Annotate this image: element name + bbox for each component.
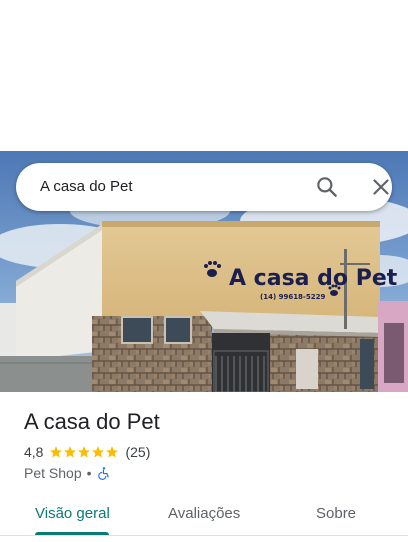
place-title: A casa do Pet bbox=[24, 409, 160, 434]
star-rating bbox=[49, 445, 119, 459]
search-icon[interactable] bbox=[314, 174, 340, 200]
rating-value: 4,8 bbox=[24, 444, 44, 460]
star-icon bbox=[106, 446, 119, 458]
category-row: Pet Shop • bbox=[24, 463, 111, 483]
separator-dot: • bbox=[86, 465, 92, 481]
search-bar[interactable]: A casa do Pet bbox=[16, 163, 392, 211]
star-icon bbox=[78, 446, 91, 458]
tab-about[interactable]: Sobre bbox=[316, 504, 356, 524]
close-icon[interactable] bbox=[368, 174, 394, 200]
star-icon bbox=[92, 446, 105, 458]
rating-row[interactable]: 4,8 (25) bbox=[24, 442, 150, 462]
star-icon bbox=[50, 446, 63, 458]
place-tabs: Visão geral Avaliações Sobre bbox=[0, 492, 408, 536]
tab-reviews[interactable]: Avaliações bbox=[168, 504, 240, 524]
star-icon bbox=[64, 446, 77, 458]
search-input[interactable]: A casa do Pet bbox=[40, 177, 133, 197]
map-blank-area bbox=[0, 0, 408, 151]
sign-phone: (14) 99618-5229 bbox=[260, 293, 325, 301]
place-category: Pet Shop bbox=[24, 465, 82, 481]
tab-overview[interactable]: Visão geral bbox=[35, 504, 110, 524]
review-count[interactable]: (25) bbox=[125, 444, 150, 460]
sign-text: A casa do Pet bbox=[229, 266, 398, 291]
wheelchair-icon bbox=[97, 466, 111, 480]
divider bbox=[0, 535, 408, 536]
